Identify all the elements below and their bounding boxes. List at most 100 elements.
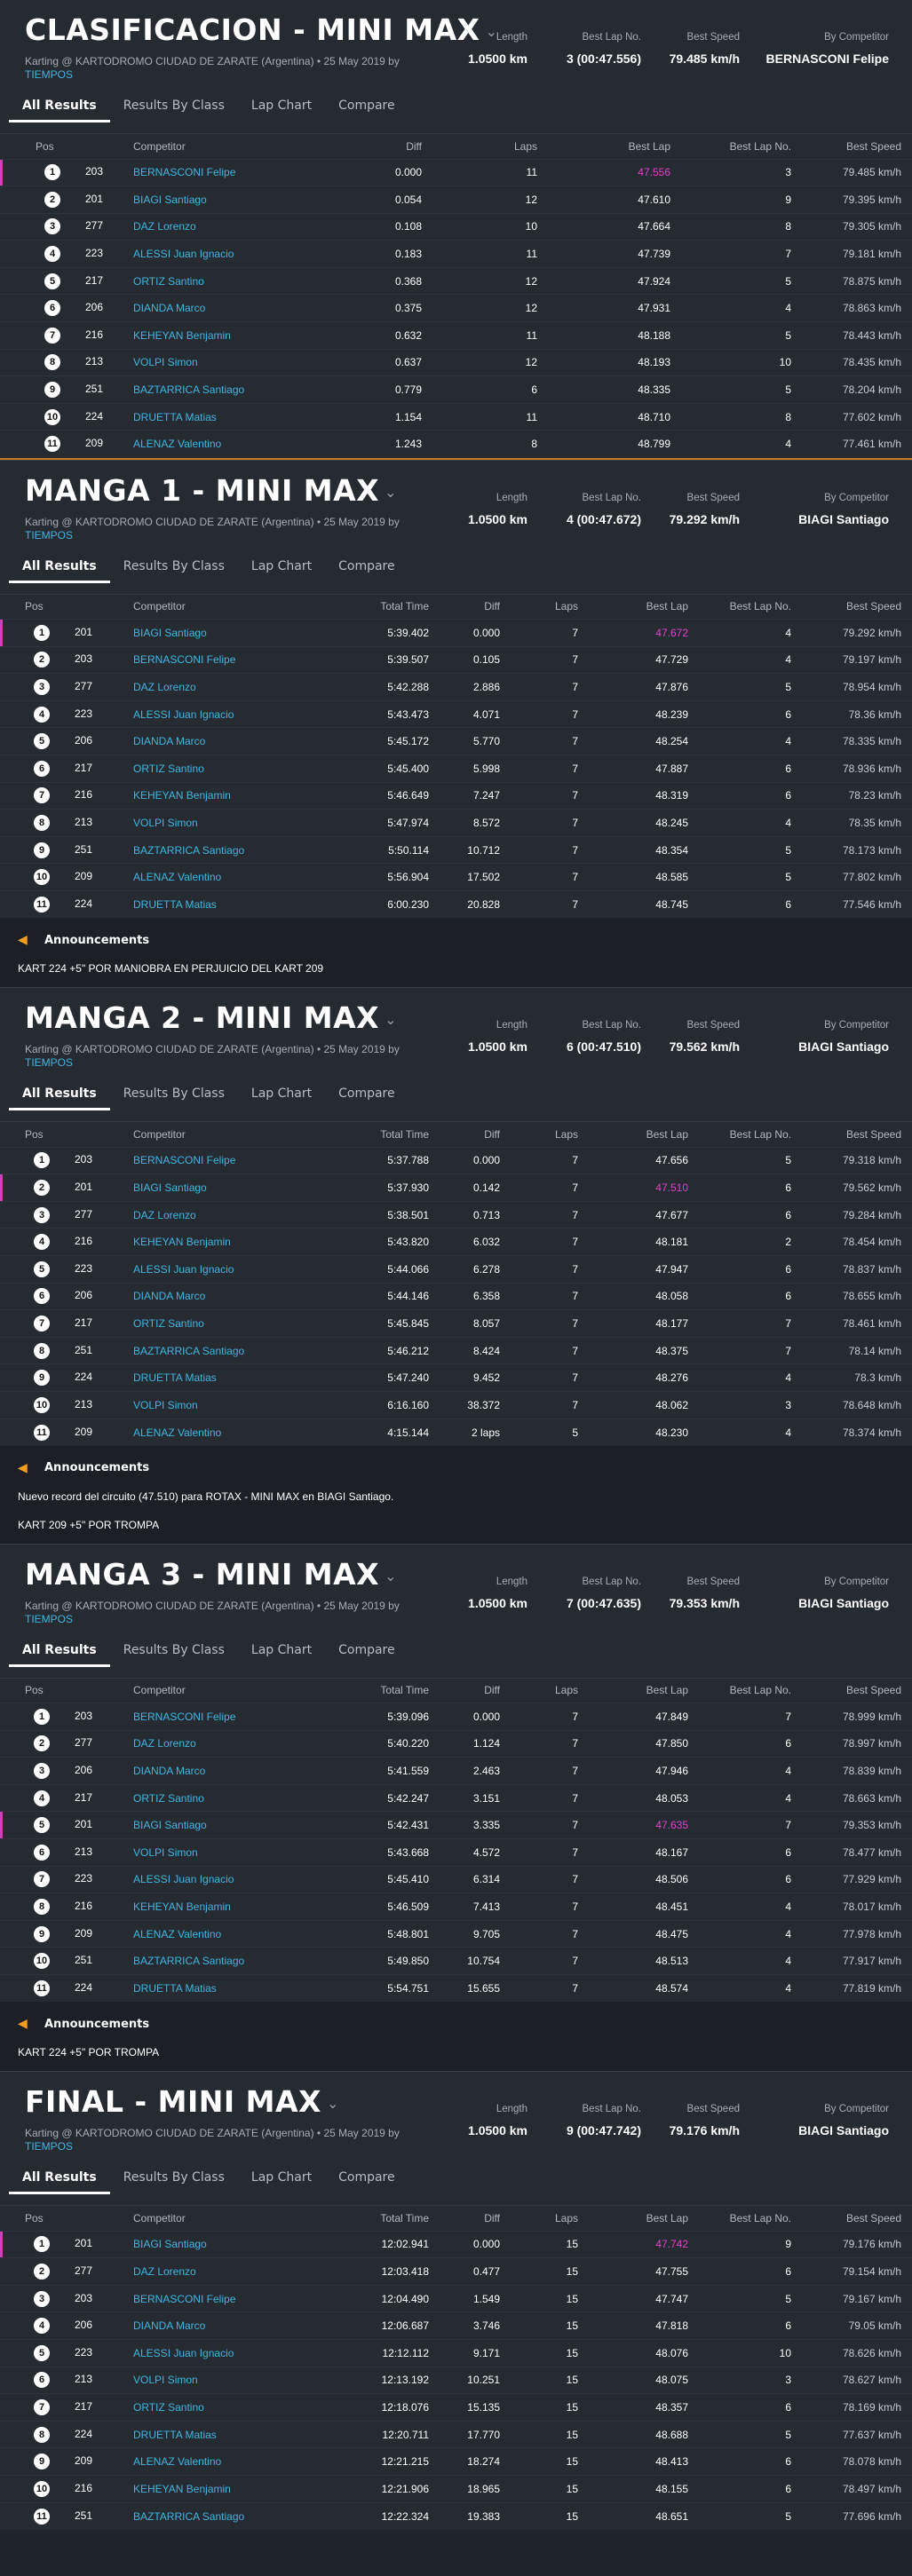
organizer-link[interactable]: TIEMPOS <box>25 2140 73 2153</box>
table-row[interactable]: 9 209 ALENAZ Valentino 12:21.215 18.274 15 48.… <box>0 2447 912 2476</box>
table-row[interactable]: 2 203 BERNASCONI Felipe 5:39.507 0.105 7 47.72… <box>0 645 912 674</box>
table-row[interactable]: 11 209 ALENAZ Valentino 4:15.144 2 laps 5 48.2… <box>0 1418 912 1446</box>
competitor-name[interactable]: ORTIZ Santino <box>133 755 340 783</box>
competitor-name[interactable]: ALESSI Juan Ignacio <box>133 699 340 728</box>
competitor-name[interactable]: ORTIZ Santino <box>133 2393 340 2422</box>
organizer-link[interactable]: TIEMPOS <box>25 529 73 541</box>
competitor-name[interactable]: BAZTARRICA Santiago <box>133 2501 340 2530</box>
competitor-name[interactable]: DRUETTA Matias <box>133 889 340 919</box>
competitor-name[interactable]: DAZ Lorenzo <box>133 673 340 701</box>
column-header-pos[interactable]: Pos <box>0 2206 133 2231</box>
competitor-name[interactable]: VOLPI Simon <box>133 1390 340 1418</box>
chevron-down-icon[interactable]: ⌄ <box>385 484 397 501</box>
competitor-name[interactable]: DAZ Lorenzo <box>133 2257 340 2286</box>
table-row[interactable]: 6 217 ORTIZ Santino 5:45.400 5.998 7 47.887 6 78… <box>0 755 912 783</box>
competitor-name[interactable]: KEHEYAN Benjamin <box>133 321 315 350</box>
competitor-name[interactable]: DIANDA Marco <box>133 1282 340 1310</box>
competitor-name[interactable]: ALESSI Juan Ignacio <box>133 1254 340 1284</box>
table-row[interactable]: 9 224 DRUETTA Matias 5:47.240 9.452 7 48.276 4 7… <box>0 1363 912 1392</box>
competitor-name[interactable]: ALENAZ Valentino <box>133 1919 340 1948</box>
column-header-best-lap[interactable]: Best Lap <box>537 134 670 159</box>
table-row[interactable]: 2 277 DAZ Lorenzo 5:40.220 1.124 7 47.850 6 78.9… <box>0 1729 912 1758</box>
tab-results-by-class[interactable]: Results By Class <box>110 89 238 122</box>
competitor-name[interactable]: BIAGI Santiago <box>133 619 340 647</box>
table-row[interactable]: 11 224 DRUETTA Matias 5:54.751 15.655 7 48.574… <box>0 1974 912 2003</box>
competitor-name[interactable]: ORTIZ Santino <box>133 266 315 295</box>
column-header-best-speed[interactable]: Best Speed <box>791 1122 912 1147</box>
table-row[interactable]: 6 206 DIANDA Marco 0.375 12 47.931 4 78.863 km/… <box>0 294 912 322</box>
competitor-name[interactable]: VOLPI Simon <box>133 809 340 837</box>
organizer-link[interactable]: TIEMPOS <box>25 1056 73 1069</box>
table-row[interactable]: 6 213 VOLPI Simon 5:43.668 4.572 7 48.167 6 78.4… <box>0 1838 912 1867</box>
table-row[interactable]: 3 277 DAZ Lorenzo 5:38.501 0.713 7 47.677 6 79.2… <box>0 1200 912 1229</box>
column-header-laps[interactable]: Laps <box>500 1122 578 1147</box>
chevron-down-icon[interactable]: ⌄ <box>385 1011 397 1028</box>
table-row[interactable]: 9 251 BAZTARRICA Santiago 0.779 6 48.335 5 78.2… <box>0 375 912 404</box>
competitor-name[interactable]: ALENAZ Valentino <box>133 2447 340 2476</box>
table-row[interactable]: 7 217 ORTIZ Santino 5:45.845 8.057 7 48.177 7 78… <box>0 1309 912 1338</box>
table-row[interactable]: 10 224 DRUETTA Matias 1.154 11 48.710 8 77.602 … <box>0 402 912 431</box>
column-header-total-time[interactable]: Total Time <box>340 2206 429 2231</box>
table-row[interactable]: 3 203 BERNASCONI Felipe 12:04.490 1.549 15 47.… <box>0 2284 912 2312</box>
table-row[interactable]: 8 224 DRUETTA Matias 12:20.711 17.770 15 48.68… <box>0 2420 912 2448</box>
table-row[interactable]: 8 251 BAZTARRICA Santiago 5:46.212 8.424 7 48.… <box>0 1336 912 1364</box>
table-row[interactable]: 7 217 ORTIZ Santino 12:18.076 15.135 15 48.357… <box>0 2393 912 2422</box>
tab-all-results[interactable]: All Results <box>9 549 110 583</box>
competitor-name[interactable]: VOLPI Simon <box>133 2366 340 2394</box>
column-header-best-speed[interactable]: Best Speed <box>791 2206 912 2231</box>
column-header-competitor[interactable]: Competitor <box>133 595 340 620</box>
tab-lap-chart[interactable]: Lap Chart <box>238 2161 325 2194</box>
competitor-name[interactable]: ALENAZ Valentino <box>133 863 340 891</box>
tab-lap-chart[interactable]: Lap Chart <box>238 1633 325 1667</box>
competitor-name[interactable]: DAZ Lorenzo <box>133 1200 340 1229</box>
table-row[interactable]: 9 209 ALENAZ Valentino 5:48.801 9.705 7 48.475… <box>0 1919 912 1948</box>
chevron-down-icon[interactable]: ⌄ <box>327 2095 339 2112</box>
column-header-pos[interactable]: Pos <box>0 595 133 620</box>
tab-lap-chart[interactable]: Lap Chart <box>238 89 325 122</box>
column-header-pos[interactable]: Pos <box>0 1122 133 1147</box>
session-title[interactable]: FINAL - MINI MAX ⌄ <box>25 2084 339 2119</box>
tab-compare[interactable]: Compare <box>325 549 408 583</box>
table-row[interactable]: 10 209 ALENAZ Valentino 5:56.904 17.502 7 48.5… <box>0 863 912 891</box>
table-row[interactable]: 1 201 BIAGI Santiago 12:02.941 0.000 15 47.742… <box>0 2230 912 2258</box>
column-header-competitor[interactable]: Competitor <box>133 134 315 159</box>
competitor-name[interactable]: ORTIZ Santino <box>133 1309 340 1338</box>
competitor-name[interactable]: DRUETTA Matias <box>133 2420 340 2448</box>
column-header-diff[interactable]: Diff <box>315 134 422 159</box>
column-header-competitor[interactable]: Competitor <box>133 1679 340 1703</box>
tab-all-results[interactable]: All Results <box>9 1077 110 1111</box>
table-row[interactable]: 10 216 KEHEYAN Benjamin 12:21.906 18.965 15 48… <box>0 2474 912 2503</box>
tab-compare[interactable]: Compare <box>325 1077 408 1110</box>
competitor-name[interactable]: ALESSI Juan Ignacio <box>133 1865 340 1893</box>
competitor-name[interactable]: DIANDA Marco <box>133 294 315 322</box>
competitor-name[interactable]: VOLPI Simon <box>133 348 315 376</box>
column-header-laps[interactable]: Laps <box>500 1679 578 1703</box>
table-row[interactable]: 4 217 ORTIZ Santino 5:42.247 3.151 7 48.053 4 78… <box>0 1783 912 1812</box>
column-header-diff[interactable]: Diff <box>429 2206 500 2231</box>
competitor-name[interactable]: DIANDA Marco <box>133 2311 340 2340</box>
column-header-best-lap-no[interactable]: Best Lap No. <box>688 1679 791 1703</box>
column-header-total-time[interactable]: Total Time <box>340 1679 429 1703</box>
table-row[interactable]: 1 203 BERNASCONI Felipe 0.000 11 47.556 3 79.48… <box>0 158 912 186</box>
chevron-down-icon[interactable]: ⌄ <box>385 1568 397 1584</box>
table-row[interactable]: 4 223 ALESSI Juan Ignacio 0.183 11 47.739 7 79.… <box>0 240 912 268</box>
table-row[interactable]: 8 213 VOLPI Simon 5:47.974 8.572 7 48.245 4 78.3… <box>0 809 912 837</box>
competitor-name[interactable]: BAZTARRICA Santiago <box>133 1947 340 1975</box>
competitor-name[interactable]: DAZ Lorenzo <box>133 1729 340 1758</box>
column-header-competitor[interactable]: Competitor <box>133 2206 340 2231</box>
competitor-name[interactable]: DRUETTA Matias <box>133 402 315 431</box>
column-header-diff[interactable]: Diff <box>429 1122 500 1147</box>
competitor-name[interactable]: DRUETTA Matias <box>133 1363 340 1392</box>
competitor-name[interactable]: BERNASCONI Felipe <box>133 1703 340 1731</box>
table-row[interactable]: 9 251 BAZTARRICA Santiago 5:50.114 10.712 7 48… <box>0 835 912 864</box>
tab-all-results[interactable]: All Results <box>9 1633 110 1667</box>
tab-compare[interactable]: Compare <box>325 1633 408 1667</box>
table-row[interactable]: 3 277 DAZ Lorenzo 5:42.288 2.886 7 47.876 5 78.9… <box>0 673 912 701</box>
tab-results-by-class[interactable]: Results By Class <box>110 1633 238 1667</box>
tab-all-results[interactable]: All Results <box>9 89 110 122</box>
table-row[interactable]: 10 213 VOLPI Simon 6:16.160 38.372 7 48.062 3 78… <box>0 1390 912 1418</box>
table-row[interactable]: 6 213 VOLPI Simon 12:13.192 10.251 15 48.075 3 7… <box>0 2366 912 2394</box>
table-row[interactable]: 8 213 VOLPI Simon 0.637 12 48.193 10 78.435 km/… <box>0 348 912 376</box>
competitor-name[interactable]: BIAGI Santiago <box>133 1811 340 1839</box>
tab-compare[interactable]: Compare <box>325 89 408 122</box>
